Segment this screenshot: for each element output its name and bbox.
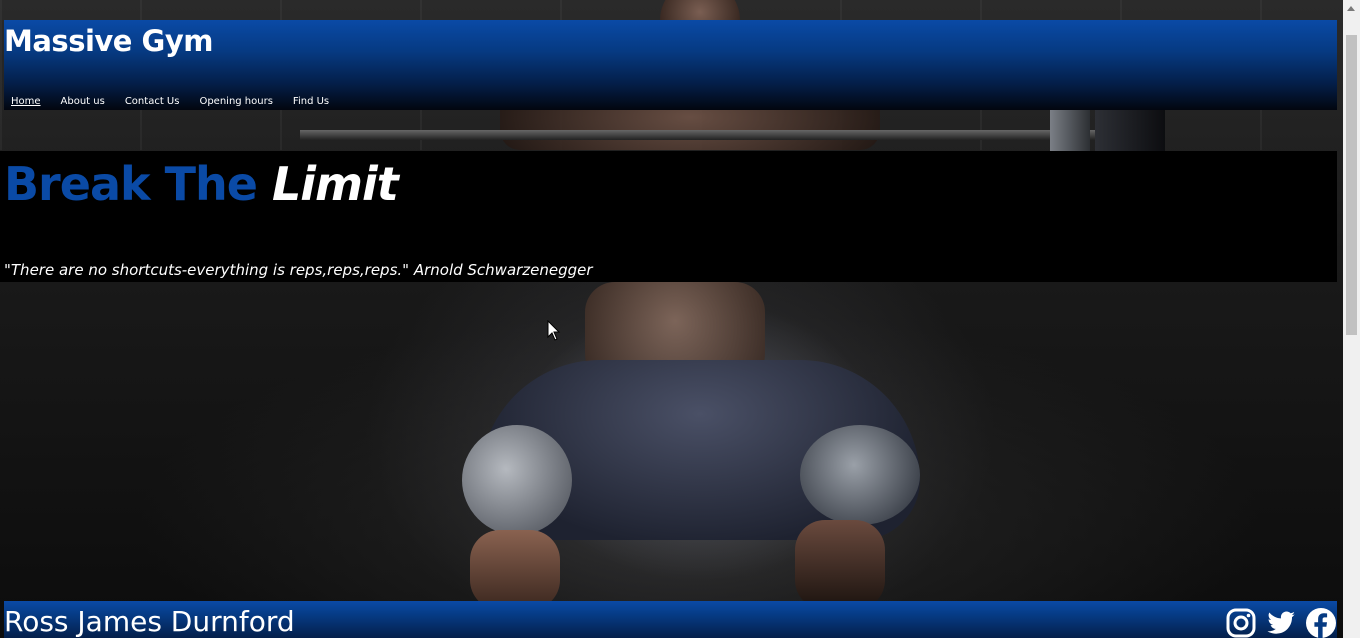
athlete-shin-left (470, 530, 560, 610)
scroll-thumb[interactable] (1346, 35, 1357, 335)
hero-title: Break The Limit (4, 157, 399, 211)
hero-title-part2: Limit (271, 157, 399, 211)
hero-banner: Break The Limit "There are no shortcuts-… (0, 151, 1337, 282)
nav-opening-hours[interactable]: Opening hours (199, 96, 272, 107)
nav-about-us[interactable]: About us (61, 96, 105, 107)
site-title: Massive Gym (4, 24, 213, 58)
vertical-scrollbar[interactable] (1343, 0, 1360, 638)
social-links (1225, 607, 1337, 638)
athlete-knee-left (462, 425, 572, 535)
nav-home[interactable]: Home (11, 96, 41, 107)
site-footer: Ross James Durnford (4, 601, 1337, 638)
barbell (300, 130, 1120, 140)
athlete-shin-right (795, 520, 885, 610)
page: Massive Gym Home About us Contact Us Ope… (0, 0, 1360, 638)
facebook-icon[interactable] (1305, 607, 1337, 638)
scroll-up-arrow-icon[interactable] (1347, 6, 1355, 11)
instagram-icon[interactable] (1225, 607, 1257, 638)
footer-author-name: Ross James Durnford (4, 605, 295, 638)
hero-title-part1: Break The (4, 157, 258, 211)
main-nav: Home About us Contact Us Opening hours F… (11, 96, 349, 107)
athlete-knee-right (800, 425, 920, 525)
mouse-cursor-icon (547, 320, 561, 341)
hero-quote: "There are no shortcuts-everything is re… (4, 261, 593, 279)
nav-find-us[interactable]: Find Us (293, 96, 329, 107)
site-header: Massive Gym Home About us Contact Us Ope… (4, 20, 1337, 110)
twitter-icon[interactable] (1265, 607, 1297, 638)
nav-contact-us[interactable]: Contact Us (125, 96, 180, 107)
